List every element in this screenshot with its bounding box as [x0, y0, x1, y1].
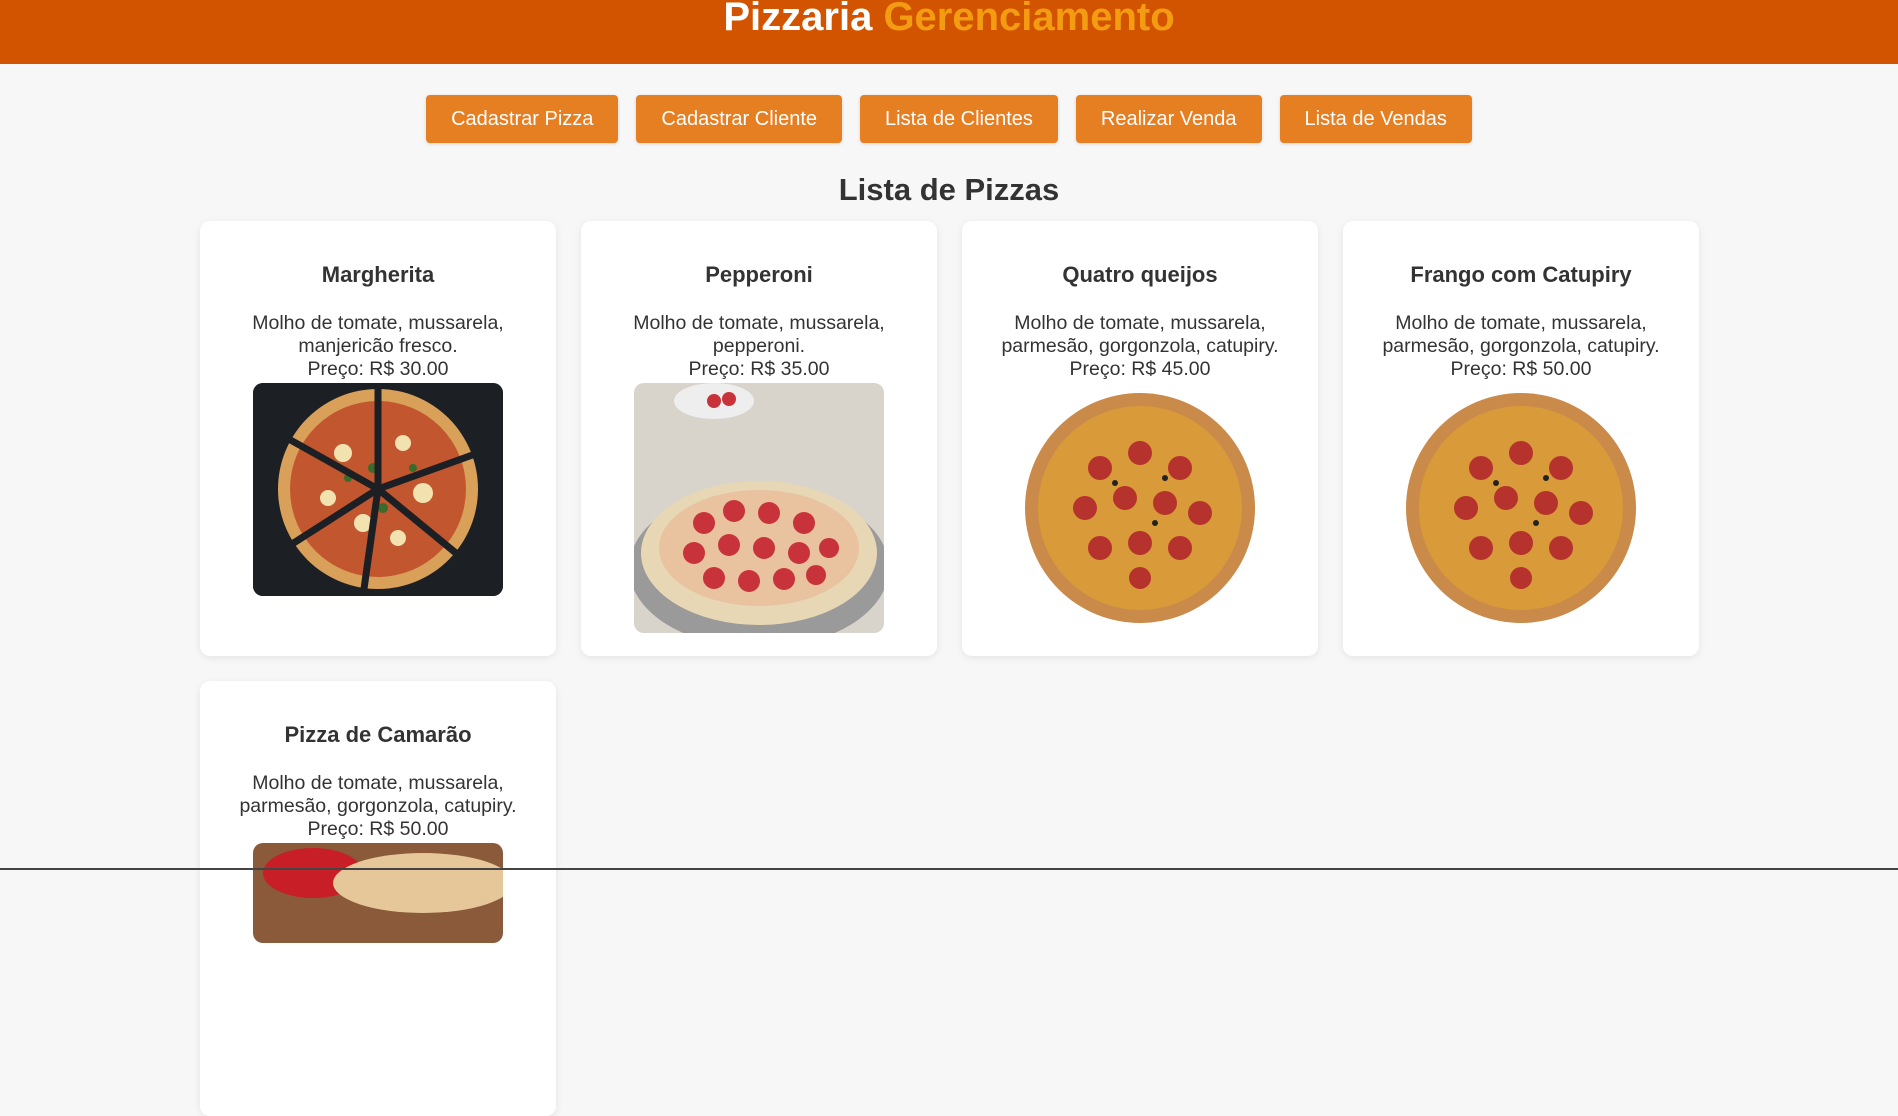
section-title: Lista de Pizzas [838, 172, 1060, 207]
pizza-price: Preço: R$ 50.00 [307, 818, 449, 840]
main-nav: Cadastrar Pizza Cadastrar Cliente Lista … [0, 95, 1898, 143]
pizza-card: Pizza de Camarão Molho de tomate, mussar… [200, 681, 556, 1116]
pizza-image [253, 843, 503, 943]
pizza-card: Quatro queijos Molho de tomate, mussarel… [962, 221, 1318, 656]
pizza-card: Pepperoni Molho de tomate, mussarela, pe… [581, 221, 937, 656]
lista-vendas-button[interactable]: Lista de Vendas [1279, 95, 1472, 143]
pizza-price: Preço: R$ 45.00 [1069, 358, 1211, 380]
page-header: Pizzaria Gerenciamento [0, 0, 1898, 64]
pizza-image [1015, 383, 1265, 633]
realizar-venda-button[interactable]: Realizar Venda [1075, 95, 1262, 143]
pizza-price: Preço: R$ 50.00 [1450, 358, 1592, 380]
app-title-accent: Gerenciamento [883, 0, 1175, 39]
pizza-description: Molho de tomate, mussarela, parmesão, go… [239, 772, 517, 817]
pizza-description: Molho de tomate, mussarela, parmesão, go… [1382, 312, 1660, 357]
pizza-name: Frango com Catupiry [1410, 262, 1632, 287]
pizza-name: Margherita [321, 262, 435, 287]
pizza-image [1396, 383, 1646, 633]
pizza-description: Molho de tomate, mussarela, manjericão f… [252, 312, 504, 357]
app-title: Pizzaria Gerenciamento [0, 0, 1898, 42]
cadastrar-pizza-button[interactable]: Cadastrar Pizza [426, 95, 619, 143]
pizza-image [253, 383, 503, 596]
pizza-name: Pizza de Camarão [284, 722, 472, 747]
pizza-card: Margherita Molho de tomate, mussarela, m… [200, 221, 556, 656]
pizza-image [634, 383, 884, 633]
cadastrar-cliente-button[interactable]: Cadastrar Cliente [636, 95, 843, 143]
pizza-card: Frango com Catupiry Molho de tomate, mus… [1343, 221, 1699, 656]
pizza-description: Molho de tomate, mussarela, pepperoni. [633, 312, 885, 357]
pizza-name: Quatro queijos [1062, 262, 1218, 287]
lista-clientes-button[interactable]: Lista de Clientes [860, 95, 1058, 143]
pizza-name: Pepperoni [705, 262, 813, 287]
app-title-main: Pizzaria [723, 0, 873, 39]
pizza-price: Preço: R$ 35.00 [688, 358, 830, 380]
pizza-price: Preço: R$ 30.00 [307, 358, 449, 380]
pizza-description: Molho de tomate, mussarela, parmesão, go… [1001, 312, 1279, 357]
